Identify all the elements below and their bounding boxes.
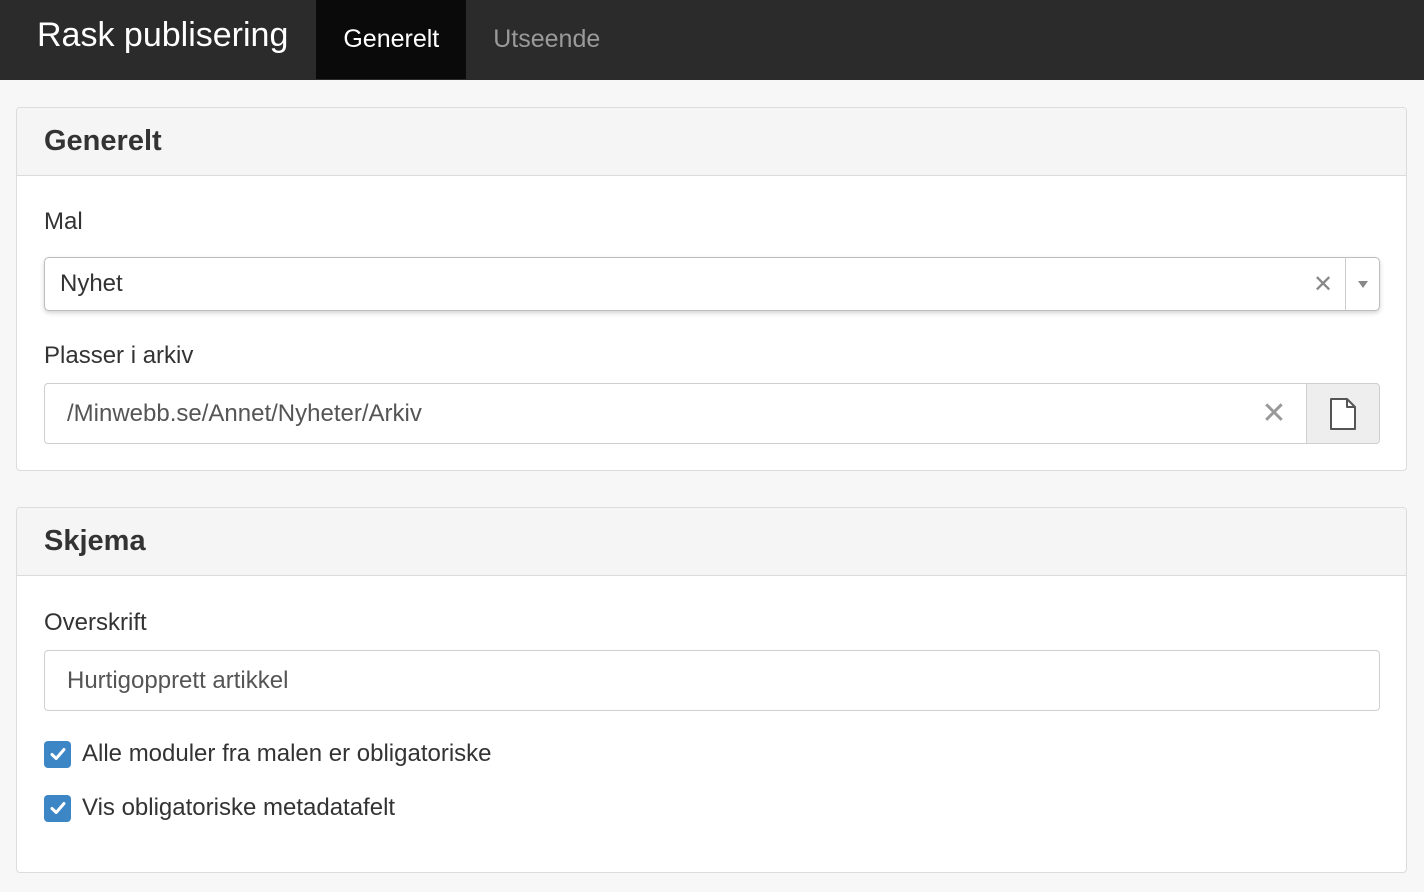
template-select[interactable]: Nyhet ✕ bbox=[44, 257, 1380, 311]
close-icon[interactable]: ✕ bbox=[1301, 270, 1345, 299]
close-icon[interactable]: ✕ bbox=[1242, 396, 1306, 431]
browse-archive-button[interactable] bbox=[1306, 383, 1380, 444]
tab-generelt[interactable]: Generelt bbox=[316, 0, 467, 79]
template-label: Mal bbox=[44, 208, 83, 235]
archive-input[interactable]: /Minwebb.se/Annet/Nyheter/Arkiv ✕ bbox=[44, 383, 1306, 444]
file-icon bbox=[1330, 397, 1356, 430]
archive-label: Plasser i arkiv bbox=[44, 342, 194, 369]
heading-input[interactable]: Hurtigopprett artikkel bbox=[44, 650, 1380, 711]
general-panel-title: Generelt bbox=[17, 108, 1406, 176]
metadata-label: Vis obligatoriske metadatafelt bbox=[82, 794, 396, 821]
chevron-down-icon[interactable] bbox=[1346, 280, 1379, 288]
heading-label: Overskrift bbox=[44, 609, 147, 636]
archive-picker: /Minwebb.se/Annet/Nyheter/Arkiv ✕ bbox=[44, 383, 1380, 444]
archive-input-value: /Minwebb.se/Annet/Nyheter/Arkiv bbox=[67, 399, 422, 427]
checkbox-row-mandatory-modules[interactable]: Alle moduler fra malen er obligatoriske bbox=[44, 740, 492, 768]
template-select-value: Nyhet bbox=[60, 270, 123, 297]
form-panel-title: Skjema bbox=[17, 508, 1406, 576]
mandatory-modules-checkbox[interactable] bbox=[44, 740, 71, 768]
general-panel: Generelt Mal Nyhet ✕ Plasser i arkiv /Mi… bbox=[16, 107, 1407, 471]
metadata-checkbox[interactable] bbox=[44, 794, 71, 822]
form-panel: Skjema Overskrift Hurtigopprett artikkel… bbox=[16, 507, 1407, 873]
app-title: Rask publisering bbox=[37, 15, 289, 54]
tab-utseende[interactable]: Utseende bbox=[466, 0, 627, 79]
mandatory-modules-label: Alle moduler fra malen er obligatoriske bbox=[82, 740, 492, 767]
top-navbar: Rask publisering Generelt Utseende bbox=[0, 0, 1424, 80]
checkbox-row-metadata[interactable]: Vis obligatoriske metadatafelt bbox=[44, 794, 395, 822]
check-icon bbox=[50, 748, 65, 760]
check-icon bbox=[50, 802, 65, 814]
